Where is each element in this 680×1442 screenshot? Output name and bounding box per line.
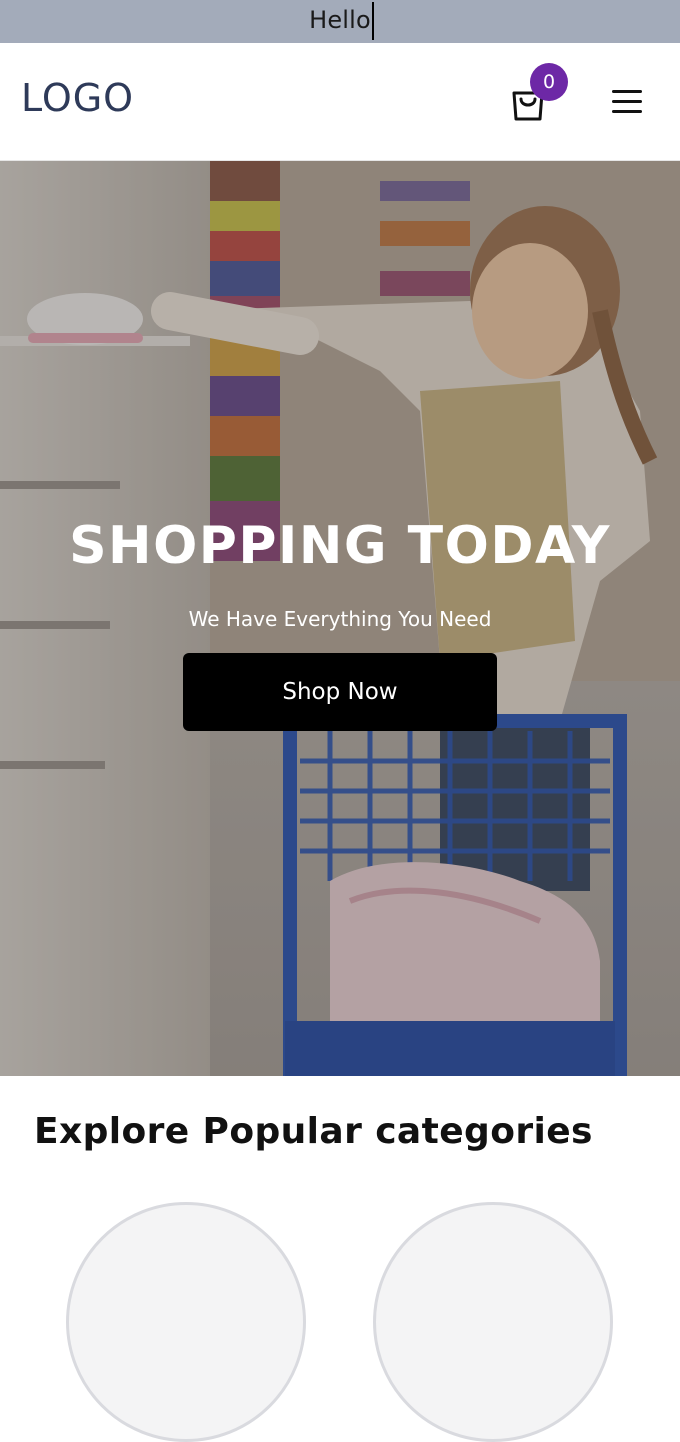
shop-now-button[interactable]: Shop Now bbox=[183, 653, 497, 731]
menu-icon bbox=[612, 90, 642, 113]
announcement-bar[interactable]: Hello bbox=[0, 0, 680, 43]
menu-button[interactable] bbox=[610, 87, 644, 117]
hero-title: SHOPPING TODAY bbox=[69, 516, 611, 576]
categories-title: Explore Popular categories bbox=[34, 1111, 593, 1152]
hero-subtitle: We Have Everything You Need bbox=[188, 607, 492, 631]
category-card[interactable] bbox=[373, 1202, 613, 1442]
category-card[interactable] bbox=[66, 1202, 306, 1442]
hero-banner: SHOPPING TODAY We Have Everything You Ne… bbox=[0, 161, 680, 1076]
cart-count-badge: 0 bbox=[530, 63, 568, 101]
text-cursor bbox=[372, 2, 374, 40]
announcement-text[interactable]: Hello bbox=[309, 8, 371, 32]
site-header: LOGO 0 bbox=[0, 43, 680, 161]
logo[interactable]: LOGO bbox=[21, 79, 134, 117]
